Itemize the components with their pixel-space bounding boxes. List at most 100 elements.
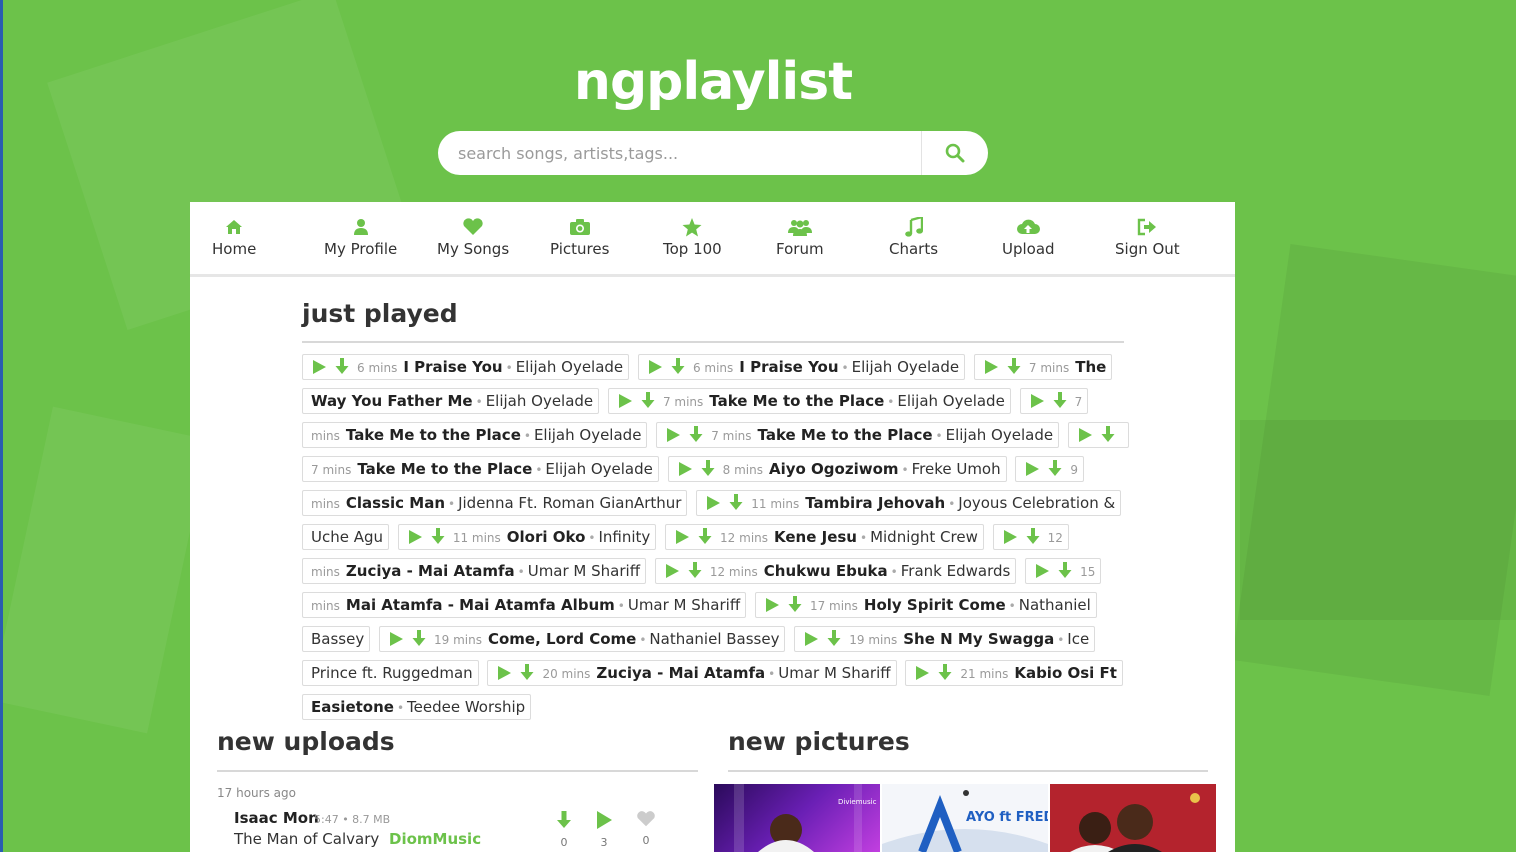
nav-top-100[interactable]: Top 100 — [663, 216, 722, 266]
play-icon[interactable] — [665, 423, 681, 454]
nav-home[interactable]: Home — [212, 216, 256, 266]
play-icon[interactable] — [664, 559, 680, 590]
upload-play-button[interactable]: 3 — [589, 810, 619, 849]
nav-forum[interactable]: Forum — [776, 216, 824, 266]
upload-like-button[interactable]: 0 — [631, 810, 661, 847]
song-artist[interactable]: Umar M Shariff — [628, 596, 740, 614]
song-artist[interactable]: Nathaniel Bassey — [649, 630, 779, 648]
play-icon[interactable] — [1034, 559, 1050, 590]
upload-meta: 5:47 • 8.7 MB — [314, 813, 391, 826]
song-artist[interactable]: Frank Edwards — [901, 562, 1011, 580]
song-title[interactable]: Take Me to the Place — [709, 392, 884, 410]
song-title[interactable]: Mai Atamfa - Mai Atamfa Album — [346, 596, 615, 614]
play-icon[interactable] — [1029, 389, 1045, 420]
song-title[interactable]: I Praise You — [403, 358, 502, 376]
upload-artist[interactable]: Isaac Mon — [234, 809, 319, 827]
play-icon[interactable] — [407, 525, 423, 556]
download-icon[interactable] — [429, 525, 447, 556]
download-icon[interactable] — [727, 491, 745, 522]
picture-thumb[interactable]: Diviemusic — [714, 784, 880, 852]
play-icon[interactable] — [677, 457, 693, 488]
download-icon[interactable] — [518, 661, 536, 692]
play-icon[interactable] — [617, 389, 633, 420]
download-icon[interactable] — [1051, 389, 1069, 420]
download-icon[interactable] — [936, 661, 954, 692]
download-icon[interactable] — [687, 423, 705, 454]
play-icon[interactable] — [674, 525, 690, 556]
play-icon[interactable] — [388, 627, 404, 658]
play-icon[interactable] — [496, 661, 512, 692]
picture-thumb[interactable]: AYO ft FRED — [882, 784, 1048, 852]
song-artist[interactable]: Elijah Oyelade — [897, 392, 1004, 410]
download-icon[interactable] — [786, 593, 804, 624]
song-artist[interactable]: Elijah Oyelade — [852, 358, 959, 376]
song-artist[interactable]: Elijah Oyelade — [946, 426, 1053, 444]
play-icon[interactable] — [1077, 423, 1093, 454]
song-title[interactable]: Take Me to the Place — [346, 426, 521, 444]
song-artist[interactable]: Freke Umoh — [912, 460, 1001, 478]
song-title[interactable]: Chukwu Ebuka — [764, 562, 888, 580]
download-icon[interactable] — [1024, 525, 1042, 556]
picture-thumb[interactable] — [1050, 784, 1216, 852]
play-icon[interactable] — [803, 627, 819, 658]
song-artist[interactable]: Midnight Crew — [870, 528, 978, 546]
play-icon[interactable] — [647, 355, 663, 386]
new-uploads-divider — [217, 770, 698, 772]
song-title[interactable]: Kene Jesu — [774, 528, 857, 546]
download-icon[interactable] — [699, 457, 717, 488]
song-title[interactable]: Come, Lord Come — [488, 630, 636, 648]
song-title[interactable]: Holy Spirit Come — [864, 596, 1006, 614]
song-title[interactable]: Aiyo Ogoziwom — [769, 460, 899, 478]
song-title[interactable]: Zuciya - Mai Atamfa — [596, 664, 765, 682]
play-icon[interactable] — [1002, 525, 1018, 556]
play-icon[interactable] — [764, 593, 780, 624]
song-artist[interactable]: Jidenna Ft. Roman GianArthur — [458, 494, 681, 512]
search-input[interactable] — [438, 131, 918, 175]
play-icon[interactable] — [311, 355, 327, 386]
play-icon[interactable] — [1024, 457, 1040, 488]
download-icon[interactable] — [669, 355, 687, 386]
nav-my-profile[interactable]: My Profile — [324, 216, 397, 266]
song-artist[interactable]: Elijah Oyelade — [534, 426, 641, 444]
download-icon[interactable] — [1046, 457, 1064, 488]
download-icon[interactable] — [410, 627, 428, 658]
upload-download-button[interactable]: 0 — [549, 810, 579, 849]
site-logo[interactable]: ngplaylist — [0, 52, 1426, 112]
song-title[interactable]: Tambira Jehovah — [805, 494, 945, 512]
download-icon[interactable] — [1099, 423, 1117, 454]
upload-title[interactable]: The Man of Calvary — [234, 830, 379, 848]
song-artist[interactable]: Teedee Worship — [407, 698, 525, 716]
search-button[interactable] — [921, 131, 988, 175]
song-title[interactable]: Classic Man — [346, 494, 445, 512]
song-artist[interactable]: Elijah Oyelade — [486, 392, 593, 410]
song-title[interactable]: Zuciya - Mai Atamfa — [346, 562, 515, 580]
download-icon[interactable] — [686, 559, 704, 590]
play-icon[interactable] — [914, 661, 930, 692]
download-icon[interactable] — [696, 525, 714, 556]
song-artist[interactable]: Elijah Oyelade — [545, 460, 652, 478]
nav-sign-out[interactable]: Sign Out — [1115, 216, 1180, 266]
song-title[interactable]: I Praise You — [739, 358, 838, 376]
song-title[interactable]: Take Me to the Place — [758, 426, 933, 444]
song-chip: 12 mins Kene Jesu • Midnight Crew — [665, 524, 984, 550]
song-title[interactable]: Olori Oko — [507, 528, 586, 546]
download-icon[interactable] — [1005, 355, 1023, 386]
song-artist[interactable]: Umar M Shariff — [778, 664, 890, 682]
play-icon[interactable] — [983, 355, 999, 386]
song-title[interactable]: Take Me to the Place — [357, 460, 532, 478]
separator-dot: • — [396, 701, 405, 715]
song-title[interactable]: She N My Swagga — [903, 630, 1054, 648]
song-artist[interactable]: Elijah Oyelade — [516, 358, 623, 376]
play-icon[interactable] — [705, 491, 721, 522]
nav-charts[interactable]: Charts — [889, 216, 938, 266]
song-artist[interactable]: Umar M Shariff — [528, 562, 640, 580]
upload-tag[interactable]: DiomMusic — [389, 830, 481, 848]
nav-my-songs[interactable]: My Songs — [437, 216, 509, 266]
download-icon[interactable] — [825, 627, 843, 658]
download-icon[interactable] — [639, 389, 657, 420]
song-artist[interactable]: Infinity — [598, 528, 650, 546]
download-icon[interactable] — [333, 355, 351, 386]
download-icon[interactable] — [1056, 559, 1074, 590]
nav-pictures[interactable]: Pictures — [550, 216, 609, 266]
nav-upload[interactable]: Upload — [1002, 216, 1055, 266]
